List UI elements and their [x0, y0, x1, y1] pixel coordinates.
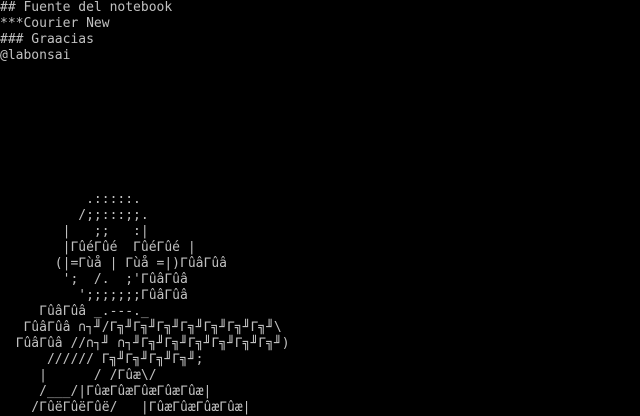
- ascii-art-bonsai: .:::::. /;;:::;;. | ;; :| |ΓûéΓûé ΓûéΓûé…: [0, 192, 290, 416]
- ascii-art-line: | ;; :|: [0, 224, 149, 239]
- ascii-art-line: .:::::.: [0, 192, 141, 207]
- ascii-art-line: |ΓûéΓûé ΓûéΓûé |: [0, 240, 196, 255]
- header-line-handle: @labonsai: [0, 48, 71, 63]
- ascii-art-line: '; /. ;'ΓûâΓûâ: [0, 272, 188, 287]
- ascii-art-line: ΓûâΓûâ _.---._: [0, 304, 149, 319]
- header-line-title: ## Fuente del notebook: [0, 0, 173, 15]
- ascii-art-line: | / /Γûæ\/: [0, 368, 157, 383]
- ascii-art-line: ΓûâΓûâ //∩┐╜ ∩┐╜Γ╗╜Γ╗╜Γ╗╜Γ╗╜Γ╗╜Γ╗╜): [0, 336, 290, 351]
- ascii-art-line: /;;:::;;.: [0, 208, 149, 223]
- header-text-block: ## Fuente del notebook ***Courier New ##…: [0, 0, 172, 64]
- ascii-art-line: ';;;;;;;ΓûâΓûâ: [0, 288, 188, 303]
- ascii-art-line: /___/|ΓûæΓûæΓûæΓûæΓûæ|: [0, 384, 212, 399]
- ascii-art-line: ΓûâΓûâ ∩┐╜/Γ╗╜Γ╗╜Γ╗╜Γ╗╜Γ╗╜Γ╗╜Γ╗╜\: [0, 320, 282, 335]
- ascii-art-line: ////// Γ╗╜Γ╗╜Γ╗╜Γ╗╜;: [0, 352, 204, 367]
- header-line-thanks: ### Graacias: [0, 32, 94, 47]
- ascii-art-line: (|=Γùå | Γùå =|)ΓûâΓûâ: [0, 256, 227, 271]
- terminal-screen[interactable]: ## Fuente del notebook ***Courier New ##…: [0, 0, 640, 416]
- header-line-font: ***Courier New: [0, 16, 110, 31]
- ascii-art-line: /ΓûëΓûëΓûë/ |ΓûæΓûæΓûæΓûæ|: [0, 400, 251, 415]
